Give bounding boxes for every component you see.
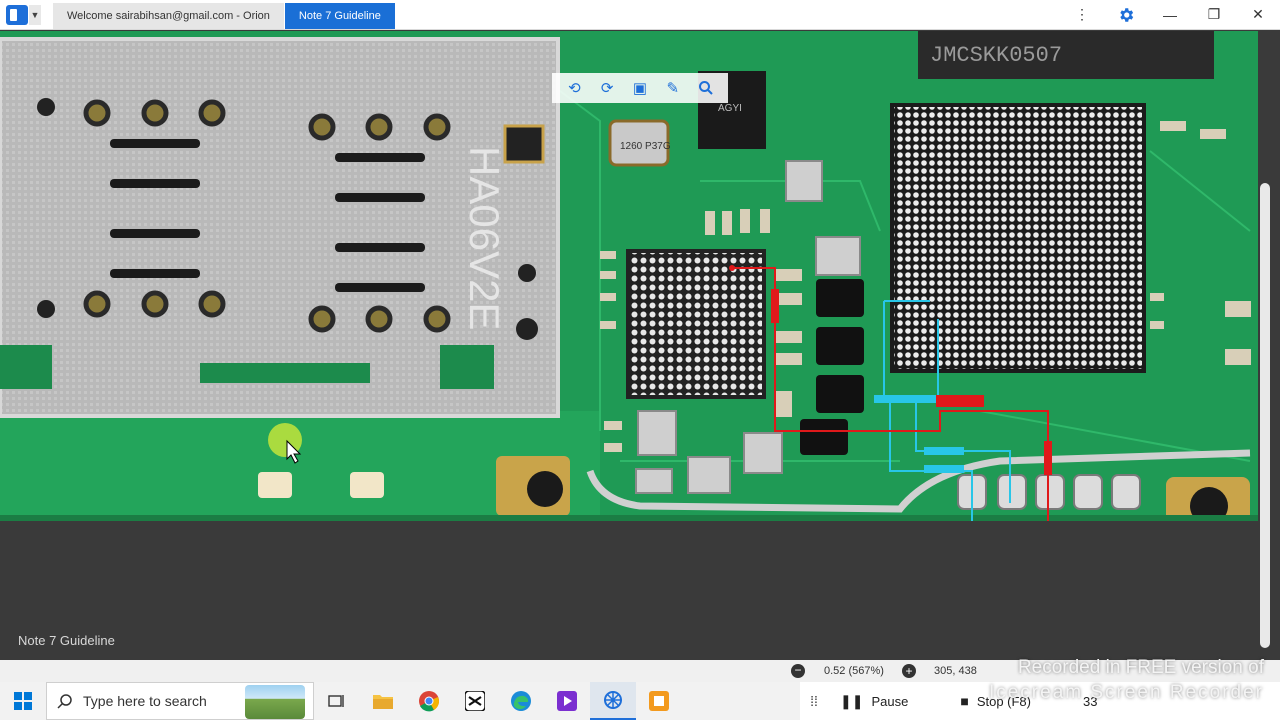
app-menu[interactable]: ▼ <box>6 4 41 26</box>
watermark-line-2: Icecream Screen Recorder <box>988 682 1264 703</box>
tab-note7-guideline[interactable]: Note 7 Guideline <box>284 3 395 29</box>
taskbar-search[interactable]: Type here to search <box>46 682 314 720</box>
edge-glyph <box>511 691 531 711</box>
window-controls: ⋮ — ❐ ✕ <box>1060 0 1280 30</box>
tab-strip: Welcome sairabihsan@gmail.com - Orion No… <box>53 3 396 29</box>
vertical-scrollbar[interactable] <box>1260 183 1270 648</box>
bga-chip-large <box>894 107 1142 369</box>
slides-glyph <box>649 691 669 711</box>
gear-icon <box>1120 7 1134 22</box>
edge-icon[interactable] <box>498 682 544 720</box>
search-highlight-image <box>245 685 305 719</box>
search-icon[interactable] <box>694 77 718 99</box>
chrome-glyph <box>419 691 439 712</box>
pause-icon: ❚❚ <box>840 692 864 709</box>
capcut-icon[interactable] <box>452 682 498 720</box>
viewer-toolbar: ⟲ ⟳ ▣ ✎ <box>552 73 728 103</box>
drag-handle-icon[interactable]: ⁞⁞ <box>800 693 828 709</box>
video-glyph <box>557 691 577 711</box>
chrome-icon[interactable] <box>406 682 452 720</box>
restore-button[interactable]: ❐ <box>1192 0 1236 30</box>
file-explorer-icon[interactable] <box>360 682 406 720</box>
pause-label: Pause <box>871 693 909 709</box>
task-view-icon[interactable] <box>314 682 360 720</box>
video-app-icon[interactable] <box>544 682 590 720</box>
chip-top-marking: JMCSKK0507 <box>930 43 1062 68</box>
pause-button[interactable]: ❚❚ Pause <box>840 693 908 710</box>
app-logo-icon[interactable] <box>6 4 28 25</box>
close-button[interactable]: ✕ <box>1236 0 1280 30</box>
fit-screen-icon[interactable]: ▣ <box>628 77 652 99</box>
zoom-in-button[interactable]: + <box>902 664 916 678</box>
slides-app-icon[interactable] <box>636 682 682 720</box>
search-icon <box>57 694 72 709</box>
task-view-glyph <box>328 695 344 707</box>
more-options-button[interactable]: ⋮ <box>1060 0 1104 30</box>
search-placeholder[interactable]: Type here to search <box>83 693 207 709</box>
pcb-image[interactable]: HA06V2E AGYI 1260 P37G JMCSKK0507 <box>0 31 1258 521</box>
minimize-button[interactable]: — <box>1148 0 1192 30</box>
viewer-title: Note 7 Guideline <box>18 633 115 648</box>
rotate-left-icon[interactable]: ⟲ <box>562 77 586 99</box>
image-viewer[interactable]: HA06V2E AGYI 1260 P37G JMCSKK0507 ⟲ ⟳ ▣ … <box>0 31 1280 660</box>
settings-button[interactable] <box>1104 0 1148 30</box>
zoom-out-button[interactable]: − <box>791 664 805 678</box>
recorder-watermark: Recorded in FREE version of Icecream Scr… <box>954 655 1264 705</box>
rotate-right-icon[interactable]: ⟳ <box>595 77 619 99</box>
start-button[interactable] <box>0 682 46 720</box>
capcut-glyph <box>465 691 485 711</box>
watermark-line-1: Recorded in FREE version of <box>1017 657 1264 678</box>
folder-glyph <box>373 695 393 709</box>
orion-glyph <box>604 691 622 709</box>
title-bar: ▼ Welcome sairabihsan@gmail.com - Orion … <box>0 0 1280 30</box>
shield-marking: HA06V2E <box>461 146 508 330</box>
zoom-level: 0.52 (567%) <box>824 665 884 677</box>
draw-tool-icon[interactable]: ✎ <box>661 77 685 99</box>
windows-logo-icon <box>14 692 32 710</box>
bga-chip-small <box>630 253 762 395</box>
tab-welcome[interactable]: Welcome sairabihsan@gmail.com - Orion <box>53 3 284 29</box>
ic-marking: AGYI <box>718 103 742 114</box>
crystal-marking: 1260 P37G <box>620 141 671 152</box>
magnifier-glyph <box>698 81 713 95</box>
chevron-down-icon[interactable]: ▼ <box>29 4 41 25</box>
orion-icon[interactable] <box>590 682 636 720</box>
